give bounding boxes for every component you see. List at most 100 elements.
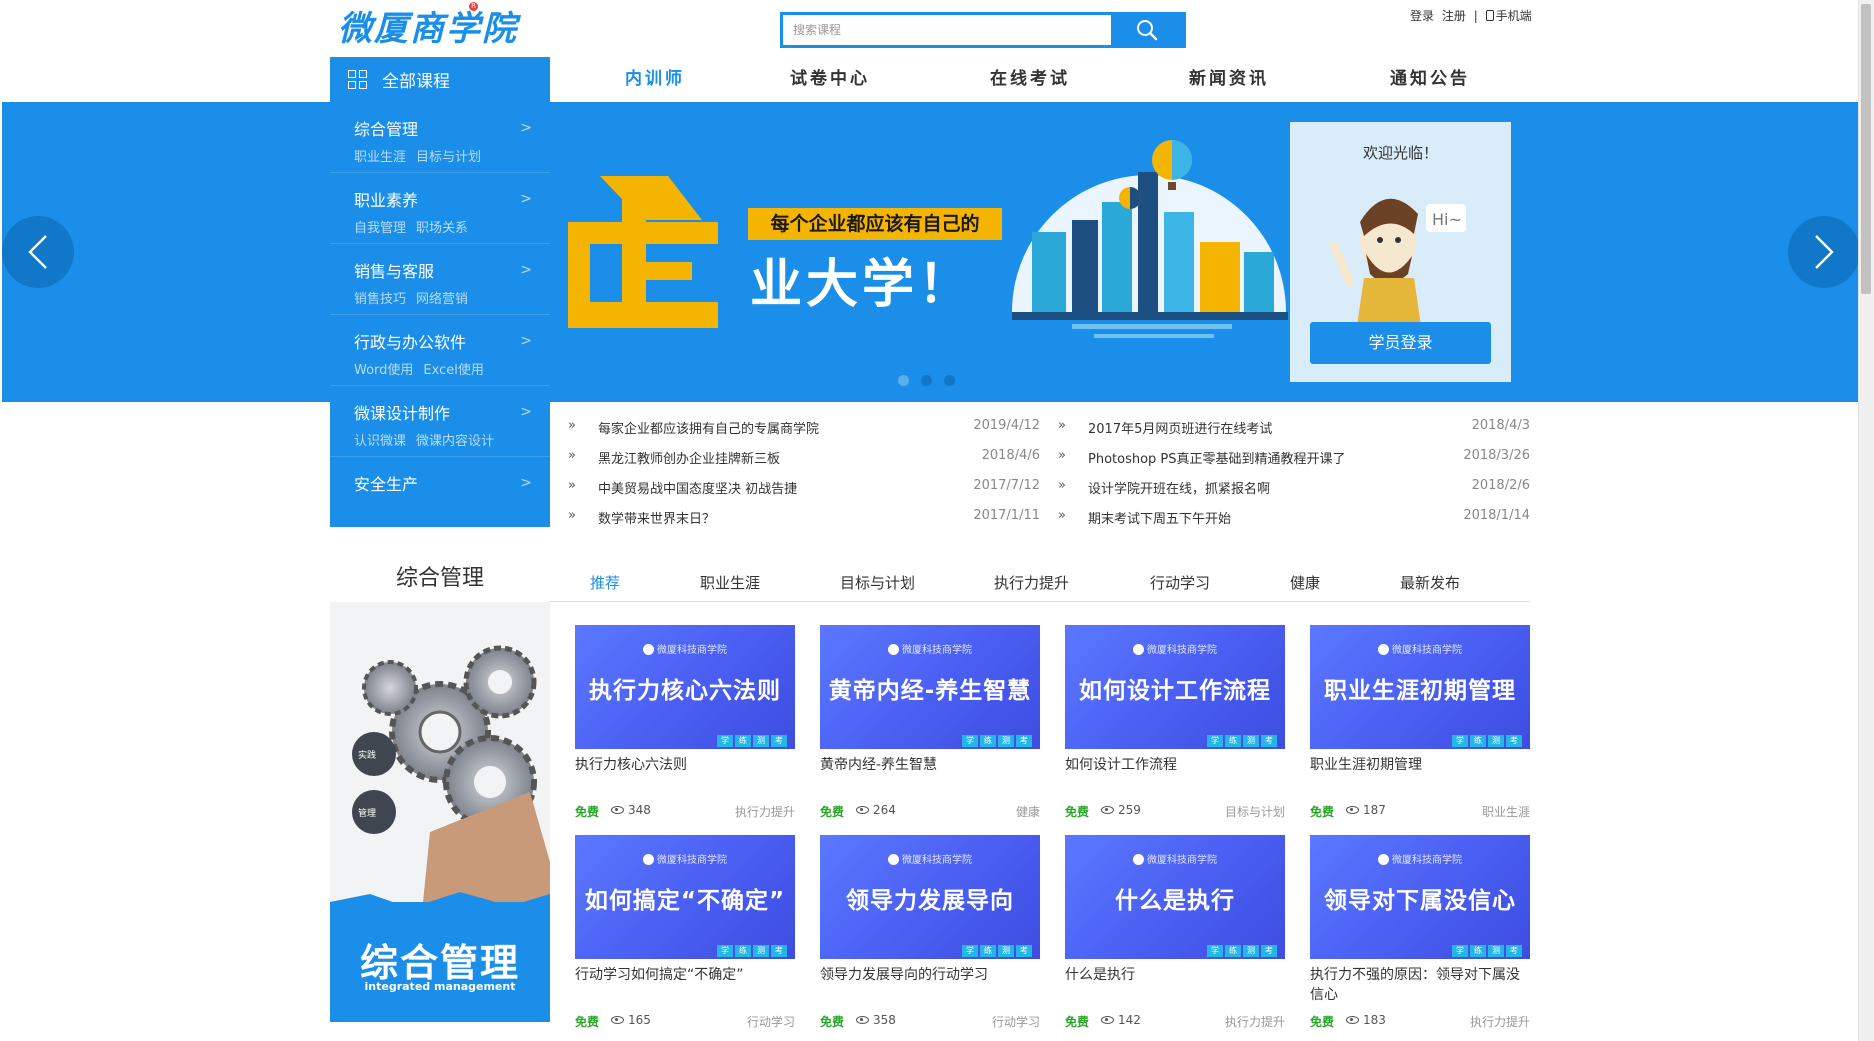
all-courses-button[interactable]: 全部课程 [330,57,550,102]
course-meta: 免费 348 执行力提升 [575,803,795,819]
course-category[interactable]: 执行力提升 [1470,1013,1530,1030]
category-title[interactable]: 销售与客服 [354,258,434,282]
course-category[interactable]: 行动学习 [992,1013,1040,1030]
course-category[interactable]: 健康 [1016,803,1040,820]
news-title[interactable]: 期末考试下周五下午开始 [1088,508,1231,527]
banner-headline-line1: 每个企业都应该有自己的 [770,213,980,235]
nav-notices[interactable]: 通知公告 [1390,57,1470,102]
tab-career[interactable]: 职业生涯 [700,572,760,593]
login-link[interactable]: 登录 [1410,9,1434,23]
course-card[interactable]: 微厦科技商学院 领导对下属没信心学练测考执行力不强的原因：领导对下属没信心 免费 18… [1310,835,1530,1030]
course-card[interactable]: 微厦科技商学院 领导力发展导向学练测考领导力发展导向的行动学习 免费 358 行动学习 [820,835,1040,1030]
site-logo[interactable]: 微厦商学院 [338,6,538,52]
nav-online-exam[interactable]: 在线考试 [990,57,1070,102]
subcategory-link[interactable]: 认识微课 [354,434,406,449]
tab-recommended[interactable]: 推荐 [590,572,620,593]
subcategory-link[interactable]: 网络营销 [416,292,468,307]
course-thumbnail[interactable]: 微厦科技商学院 黄帝内经-养生智慧学练测考 [820,625,1040,749]
search-input[interactable] [783,15,1115,45]
course-thumbnail[interactable]: 微厦科技商学院 如何设计工作流程学练测考 [1065,625,1285,749]
category-item-safety[interactable]: 安全生产 > [330,457,550,528]
banner-dot[interactable] [898,375,909,386]
course-card[interactable]: 微厦科技商学院 执行力核心六法则学练测考执行力核心六法则免费 348 执行力提升 [575,625,795,820]
category-item-microcourse[interactable]: 微课设计制作 认识微课 微课内容设计 > [330,386,550,457]
category-item-sales[interactable]: 销售与客服 销售技巧 网络营销 > [330,244,550,315]
category-title[interactable]: 行政与办公软件 [354,329,466,353]
course-card[interactable]: 微厦科技商学院 黄帝内经-养生智慧学练测考黄帝内经-养生智慧免费 264 健康 [820,625,1040,820]
news-title[interactable]: 黑龙江教师创办企业挂牌新三板 [598,448,780,467]
subcategory-link[interactable]: Word使用 [354,363,413,378]
news-title[interactable]: 中美贸易战中国态度坚决 初战告捷 [598,478,797,497]
news-title[interactable]: Photoshop PS真正零基础到精通教程开课了 [1088,448,1346,467]
category-title[interactable]: 微课设计制作 [354,400,450,424]
course-name[interactable]: 领导力发展导向的行动学习 [820,965,1040,985]
course-category[interactable]: 目标与计划 [1225,803,1285,820]
course-card[interactable]: 微厦科技商学院 职业生涯初期管理学练测考职业生涯初期管理 免费 187 职业生涯 [1310,625,1530,820]
course-meta: 免费 264 健康 [820,803,1040,819]
category-item-office[interactable]: 行政与办公软件 Word使用 Excel使用 > [330,315,550,386]
category-item-professionalism[interactable]: 职业素养 自我管理 职场关系 > [330,173,550,244]
tab-goals[interactable]: 目标与计划 [840,572,915,593]
course-card[interactable]: 微厦科技商学院 如何搞定“不确定” 学练测考行动学习如何搞定“不确定” 免费 165 行动… [575,835,795,1030]
course-name[interactable]: 行动学习如何搞定“不确定” [575,965,795,985]
mobile-link[interactable]: 手机端 [1485,9,1532,23]
course-thumbnail[interactable]: 微厦科技商学院 什么是执行学练测考 [1065,835,1285,959]
course-name[interactable]: 执行力核心六法则 [575,755,795,775]
course-name[interactable]: 职业生涯初期管理 [1310,755,1530,775]
scrollbar-thumb[interactable] [1861,4,1871,294]
thumbnail-tag: 学 [1452,735,1468,747]
eye-icon [1101,806,1114,814]
register-link[interactable]: 注册 [1442,9,1466,23]
subcategory-link[interactable]: 目标与计划 [416,150,481,165]
banner-dot[interactable] [944,375,955,386]
tab-action-learning[interactable]: 行动学习 [1150,572,1210,593]
subcategory-link[interactable]: 销售技巧 [354,292,406,307]
course-category[interactable]: 执行力提升 [735,803,795,820]
banner-headline-line2: 业大学！ [750,255,975,315]
subcategory-link[interactable]: 职场关系 [416,221,468,236]
subcategory-link[interactable]: 微课内容设计 [416,434,494,449]
news-title[interactable]: 每家企业都应该拥有自己的专属商学院 [598,418,819,437]
news-title[interactable]: 设计学院开班在线，抓紧报名啊 [1088,478,1270,497]
subcategory-link[interactable]: 职业生涯 [354,150,406,165]
news-title[interactable]: 数学带来世界末日？ [598,508,715,527]
course-category[interactable]: 执行力提升 [1225,1013,1285,1030]
category-title[interactable]: 安全生产 [354,471,418,495]
chevron-left-icon [28,235,47,269]
course-thumbnail[interactable]: 微厦科技商学院 执行力核心六法则学练测考 [575,625,795,749]
course-name[interactable]: 什么是执行 [1065,965,1285,985]
course-name[interactable]: 黄帝内经-养生智慧 [820,755,1040,775]
course-name[interactable]: 执行力不强的原因：领导对下属没信心 [1310,965,1530,1005]
section-promo-image[interactable]: 实践 管理 综合管理 integrated management [330,602,550,1022]
banner-prev-button[interactable] [2,216,74,288]
student-login-button[interactable]: 学员登录 [1310,322,1491,364]
course-thumbnail[interactable]: 微厦科技商学院 职业生涯初期管理学练测考 [1310,625,1530,749]
course-card[interactable]: 微厦科技商学院 如何设计工作流程学练测考如何设计工作流程 免费 259 目标与计划 [1065,625,1285,820]
news-title[interactable]: 2017年5月网页班进行在线考试 [1088,418,1272,437]
hero-banner[interactable]: 每个企业都应该有自己的 业大学！ 企 [2,102,1858,402]
course-category[interactable]: 职业生涯 [1482,803,1530,820]
subcategory-link[interactable]: 自我管理 [354,221,406,236]
nav-exam-papers[interactable]: 试卷中心 [790,57,870,102]
category-title[interactable]: 综合管理 [354,116,418,140]
category-item-management[interactable]: 综合管理 职业生涯 目标与计划 > [330,102,550,173]
category-title[interactable]: 职业素养 [354,187,418,211]
course-card[interactable]: 微厦科技商学院 什么是执行学练测考什么是执行 免费 142 执行力提升 [1065,835,1285,1030]
banner-next-button[interactable] [1788,216,1860,288]
tab-execution[interactable]: 执行力提升 [994,572,1069,593]
thumbnail-title: 如何设计工作流程 [1079,678,1271,704]
banner-dot[interactable] [921,375,932,386]
nav-trainer[interactable]: 内训师 [625,57,685,102]
thumbnail-tag: 练 [1225,945,1241,957]
course-thumbnail[interactable]: 微厦科技商学院 如何搞定“不确定” 学练测考 [575,835,795,959]
tab-health[interactable]: 健康 [1290,572,1320,593]
course-category[interactable]: 行动学习 [747,1013,795,1030]
course-thumbnail[interactable]: 微厦科技商学院 领导对下属没信心学练测考 [1310,835,1530,959]
subcategory-link[interactable]: Excel使用 [423,363,483,378]
search-button[interactable] [1111,12,1183,48]
nav-news[interactable]: 新闻资讯 [1189,57,1269,102]
course-thumbnail[interactable]: 微厦科技商学院 领导力发展导向学练测考 [820,835,1040,959]
course-name[interactable]: 如何设计工作流程 [1065,755,1285,775]
thumbnail-tag: 练 [1470,735,1486,747]
tab-latest[interactable]: 最新发布 [1400,572,1460,593]
